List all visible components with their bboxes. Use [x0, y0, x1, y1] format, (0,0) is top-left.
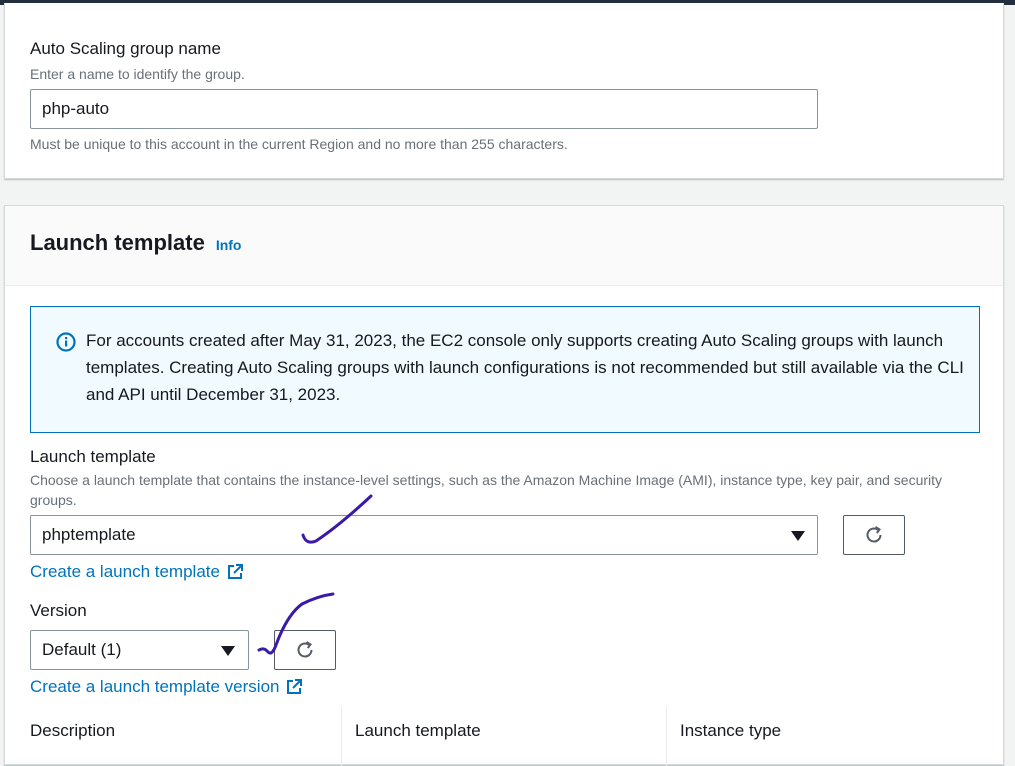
summary-column-instance-type: Instance type [680, 721, 782, 740]
group-name-description: Enter a name to identify the group. [30, 66, 245, 82]
refresh-templates-button[interactable] [843, 515, 905, 555]
column-divider [341, 706, 342, 766]
refresh-versions-button[interactable] [274, 630, 336, 670]
refresh-icon [297, 641, 313, 658]
group-name-input[interactable]: php-auto [30, 89, 818, 129]
launch-template-select[interactable]: phptemplate [30, 515, 818, 555]
version-selected-value: Default (1) [42, 640, 122, 659]
version-label: Version [30, 601, 87, 620]
info-alert: For accounts created after May 31, 2023,… [30, 306, 980, 433]
caret-down-icon [221, 646, 235, 656]
create-launch-template-version-link[interactable]: Create a launch template version [30, 677, 303, 697]
column-divider [666, 706, 667, 766]
group-name-label: Auto Scaling group name [30, 39, 221, 58]
launch-template-panel: Launch template Info For accounts create… [4, 205, 1004, 766]
info-link[interactable]: Info [216, 237, 242, 253]
create-launch-template-link-text: Create a launch template [30, 562, 220, 581]
summary-column-launch-template: Launch template [355, 721, 481, 740]
summary-column-description: Description [30, 721, 116, 740]
launch-template-heading: Launch template [30, 230, 205, 255]
create-launch-template-link[interactable]: Create a launch template [30, 562, 244, 582]
launch-template-description: Choose a launch template that contains t… [30, 472, 943, 508]
group-name-constraint: Must be unique to this account in the cu… [30, 136, 568, 152]
group-name-panel: Auto Scaling group name Enter a name to … [4, 3, 1004, 179]
refresh-icon [866, 526, 882, 543]
caret-down-icon [791, 531, 805, 541]
create-launch-template-version-link-text: Create a launch template version [30, 677, 280, 696]
alert-message: For accounts created after May 31, 2023,… [86, 331, 964, 404]
launch-template-selected-value: phptemplate [42, 525, 136, 544]
version-select[interactable]: Default (1) [30, 630, 249, 670]
launch-template-header: Launch template Info [5, 206, 1003, 286]
external-link-icon [287, 679, 303, 694]
external-link-icon [227, 564, 243, 579]
info-circle-icon [56, 332, 76, 352]
launch-template-label: Launch template [30, 447, 156, 466]
